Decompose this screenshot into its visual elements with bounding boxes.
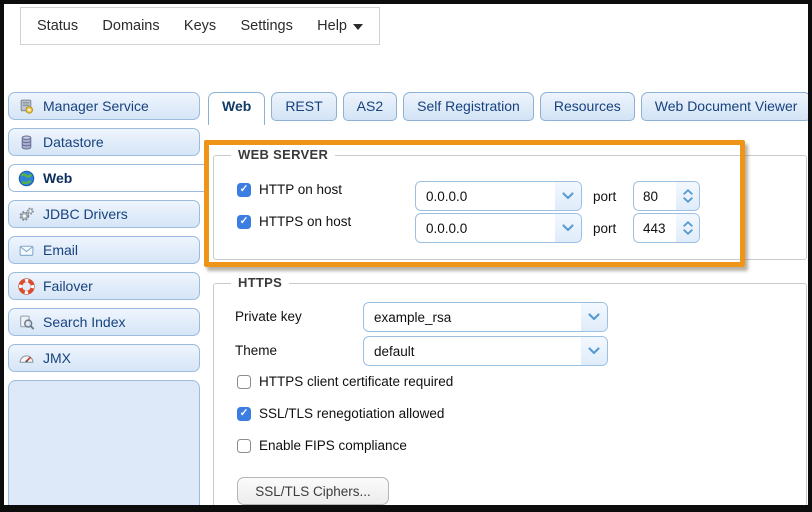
tab-resources[interactable]: Resources [539,92,635,121]
spinner-arrows-icon[interactable] [676,182,699,210]
sidebar-item-jmx[interactable]: JMX [8,344,200,372]
nav-settings[interactable]: Settings [240,18,292,34]
https-port-input[interactable]: 443 [633,213,700,243]
sidebar-item-label: Web [43,170,73,186]
https-on-host-row: HTTPS on host [237,214,351,229]
https-port-label: port [593,221,617,236]
theme-select[interactable]: default [363,336,608,366]
sidebar-item-failover[interactable]: Failover [8,272,200,300]
client-cert-required-label: HTTPS client certificate required [259,374,454,389]
https-on-host-label: HTTPS on host [259,214,352,229]
gauge-icon [18,350,35,367]
ssl-renegotiation-row: SSL/TLS renegotiation allowed [237,406,444,421]
tab-self-registration[interactable]: Self Registration [403,92,534,121]
sidebar-item-label: Failover [43,278,93,294]
sidebar-item-manager-service[interactable]: Manager Service [8,92,200,120]
http-port-label: port [593,189,617,204]
sidebar-item-label: JMX [43,350,71,366]
sidebar-item-jdbc-drivers[interactable]: JDBC Drivers [8,200,200,228]
http-on-host-row: HTTP on host [237,182,342,197]
server-key-icon [18,98,35,115]
database-icon [18,134,35,151]
life-ring-icon [18,277,35,295]
nav-status[interactable]: Status [37,18,78,34]
theme-value: default [374,343,415,359]
client-cert-required-row: HTTPS client certificate required [237,374,453,389]
ssl-renegotiation-checkbox[interactable] [237,406,251,421]
fips-compliance-row: Enable FIPS compliance [237,438,407,453]
ssl-tls-ciphers-button[interactable]: SSL/TLS Ciphers... [237,477,389,505]
settings-tab-bar: Web REST AS2 Self Registration Resources… [208,92,812,125]
fips-compliance-checkbox[interactable] [237,438,251,453]
nav-help-label: Help [317,18,347,34]
https-host-select[interactable]: 0.0.0.0 [415,213,582,243]
chevron-down-icon [581,303,607,331]
search-document-icon [18,314,35,331]
http-port-value: 80 [643,188,659,204]
tab-rest[interactable]: REST [271,92,337,121]
gears-icon [18,206,35,223]
sidebar-item-email[interactable]: Email [8,236,200,264]
private-key-value: example_rsa [374,309,452,325]
tab-web[interactable]: Web [208,92,266,125]
nav-keys[interactable]: Keys [184,18,216,34]
https-legend: HTTPS [231,275,290,290]
nav-help-menu[interactable]: Help [317,18,363,34]
sidebar-empty-panel [8,380,200,512]
sidebar-item-label: Datastore [43,134,104,150]
spinner-arrows-icon[interactable] [676,214,699,242]
http-on-host-checkbox[interactable] [237,182,251,197]
sidebar-item-datastore[interactable]: Datastore [8,128,200,156]
ssl-renegotiation-label: SSL/TLS renegotiation allowed [259,406,445,421]
nav-status-label: Status [37,18,79,34]
top-navigation: Status Domains Keys Settings Help [20,7,380,45]
theme-label: Theme [235,343,278,358]
sidebar-item-search-index[interactable]: Search Index [8,308,200,336]
tab-web-document-viewer[interactable]: Web Document Viewer [640,92,812,121]
sidebar-item-label: Search Index [43,314,126,330]
sidebar-item-label: Manager Service [43,98,149,114]
http-on-host-label: HTTP on host [259,182,343,197]
tab-as2[interactable]: AS2 [342,92,398,121]
sidebar-item-web[interactable]: Web [8,164,208,192]
sidebar-item-label: JDBC Drivers [43,206,128,222]
nav-keys-label: Keys [183,18,217,34]
app-window: Status Domains Keys Settings Help Manage… [0,0,812,512]
nav-settings-label: Settings [240,18,293,34]
nav-domains-label: Domains [102,18,160,34]
https-on-host-checkbox[interactable] [237,214,251,229]
globe-icon [18,170,35,187]
web-server-legend: WEB SERVER [231,147,336,162]
chevron-down-icon [555,214,581,242]
fips-compliance-label: Enable FIPS compliance [259,438,407,453]
private-key-label: Private key [235,309,302,324]
caret-down-icon [353,24,363,30]
https-host-value: 0.0.0.0 [426,220,468,236]
chevron-down-icon [555,182,581,210]
http-host-select[interactable]: 0.0.0.0 [415,181,582,211]
http-host-value: 0.0.0.0 [426,188,468,204]
private-key-select[interactable]: example_rsa [363,302,608,332]
sidebar-item-label: Email [43,242,79,258]
client-cert-required-checkbox[interactable] [237,374,251,389]
chevron-down-icon [581,337,607,365]
http-port-input[interactable]: 80 [633,181,700,211]
https-port-value: 443 [643,220,666,236]
nav-domains[interactable]: Domains [102,18,159,34]
envelope-icon [18,242,35,259]
